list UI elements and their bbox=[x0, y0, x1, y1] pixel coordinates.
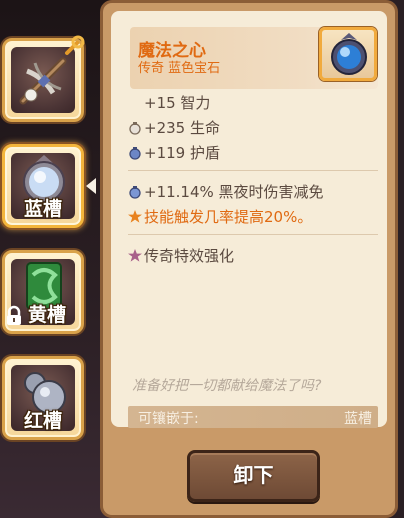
stat-intelligence: +15 智力 bbox=[144, 94, 211, 112]
star-burst-icon bbox=[128, 210, 142, 223]
slot-label: 红槽 bbox=[23, 410, 62, 432]
effect-night-reduction: +11.14% 黑夜时伤害减免 bbox=[144, 183, 324, 201]
stat-health: +235 生命 bbox=[144, 119, 220, 137]
stat-shield-row: +119 护盾 bbox=[128, 142, 220, 163]
socket-label: 可镶嵌于: bbox=[138, 411, 199, 427]
wrench-icon bbox=[65, 35, 85, 55]
item-rarity-type: 传奇 蓝色宝石 bbox=[138, 61, 221, 76]
blue-slot[interactable]: 蓝槽 bbox=[2, 144, 84, 228]
selection-pointer bbox=[86, 178, 96, 194]
slot-label: 黄槽 bbox=[27, 304, 66, 326]
health-orb-icon bbox=[129, 122, 141, 135]
blue-orb-gem-icon bbox=[331, 33, 367, 75]
legendary-effect: 传奇特效强化 bbox=[144, 247, 235, 265]
stat-shield: +119 护盾 bbox=[144, 144, 220, 162]
divider bbox=[128, 234, 378, 235]
legendary-row: 传奇特效强化 bbox=[128, 245, 234, 266]
socket-value: 蓝槽 bbox=[344, 411, 372, 427]
stat-health-row: +235 生命 bbox=[128, 117, 220, 138]
unequip-button[interactable]: 卸下 bbox=[187, 450, 320, 502]
gem-socket-icon bbox=[129, 186, 141, 199]
effect-skill-trigger: 技能触发几率提高20%。 bbox=[144, 208, 313, 226]
legendary-star-icon bbox=[128, 249, 142, 262]
slot-label: 蓝槽 bbox=[23, 198, 62, 220]
crossbow-icon bbox=[19, 57, 67, 105]
flavor-text: 准备好把一切都献给魔法了吗? bbox=[132, 378, 322, 394]
red-slot[interactable]: 红槽 bbox=[2, 356, 84, 440]
shield-orb-icon bbox=[129, 147, 141, 160]
weapon-slot[interactable] bbox=[2, 35, 85, 122]
yellow-slot[interactable]: 黄槽 bbox=[2, 250, 84, 334]
divider bbox=[128, 170, 378, 171]
effect-skill-row: 技能触发几率提高20%。 bbox=[128, 206, 312, 227]
effect-night-row: +11.14% 黑夜时伤害减免 bbox=[128, 181, 324, 202]
item-icon-frame bbox=[319, 27, 377, 81]
